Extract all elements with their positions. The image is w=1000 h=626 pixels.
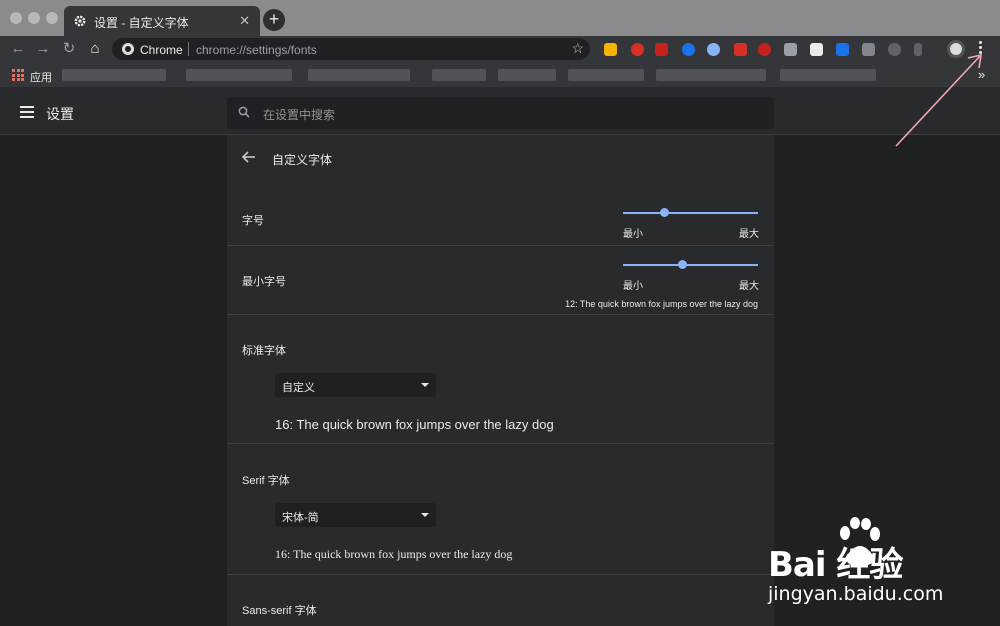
forward-button[interactable]: → xyxy=(34,40,52,58)
divider xyxy=(227,314,774,315)
standard-font-sample: 16: The quick brown fox jumps over the l… xyxy=(275,417,554,432)
tab-title: 设置 - 自定义字体 xyxy=(94,16,189,30)
omnibox-url: chrome://settings/fonts xyxy=(196,43,317,57)
settings-search-input[interactable]: 在设置中搜索 xyxy=(227,97,774,129)
apps-grid-icon[interactable] xyxy=(12,69,24,81)
bookmark-item[interactable] xyxy=(62,69,166,81)
home-button[interactable]: ⌂ xyxy=(86,40,104,58)
gear-icon xyxy=(74,15,86,27)
dropdown-caret-icon xyxy=(421,383,429,387)
subpage-title: 自定义字体 xyxy=(272,153,333,167)
serif-font-select[interactable]: 宋体-简 xyxy=(275,503,436,527)
bookmark-star-icon[interactable]: ☆ xyxy=(571,40,584,57)
dropdown-caret-icon xyxy=(421,513,429,517)
bookmark-item[interactable] xyxy=(656,69,766,81)
browser-toolbar: ← → ↻ ⌂ Chrome chrome://settings/fonts ☆ xyxy=(0,36,1000,62)
minimize-window-button[interactable] xyxy=(28,12,40,24)
bookmark-item[interactable] xyxy=(498,69,556,81)
close-tab-icon[interactable]: ✕ xyxy=(239,13,250,29)
extension-icon[interactable] xyxy=(707,43,720,56)
extension-icon[interactable] xyxy=(810,43,823,56)
settings-header: 设置 在设置中搜索 xyxy=(0,88,1000,135)
close-window-button[interactable] xyxy=(10,12,22,24)
extension-icon[interactable] xyxy=(914,43,922,56)
subpage-header: 自定义字体 xyxy=(227,135,774,181)
extension-icon[interactable] xyxy=(888,43,901,56)
font-size-label: 字号 xyxy=(242,215,264,227)
divider xyxy=(227,245,774,246)
extension-icon[interactable] xyxy=(631,43,644,56)
fonts-settings-card: 自定义字体 字号 最小 最大 最小字号 最小 最大 12: The quick … xyxy=(227,135,774,626)
bookmarks-bar: 应用 » xyxy=(0,62,1000,88)
extension-icon[interactable] xyxy=(862,43,875,56)
apps-bookmark-label[interactable]: 应用 xyxy=(30,69,52,85)
chrome-icon xyxy=(122,43,134,55)
select-value: 自定义 xyxy=(282,382,315,394)
omnibox-site-name: Chrome xyxy=(140,43,183,57)
bookmark-item[interactable] xyxy=(780,69,876,81)
browser-window: 设置 - 自定义字体 ✕ + ← → ↻ ⌂ Chrome chrome://s… xyxy=(0,0,1000,626)
profile-avatar[interactable] xyxy=(947,40,965,58)
slider-min-label: 最小 xyxy=(623,229,643,240)
slider-knob[interactable] xyxy=(678,260,688,269)
select-value: 宋体-简 xyxy=(282,512,319,524)
extension-icon[interactable] xyxy=(604,43,617,56)
search-icon xyxy=(238,106,250,118)
search-placeholder: 在设置中搜索 xyxy=(263,108,336,122)
more-bookmarks-icon[interactable]: » xyxy=(978,67,985,82)
maximize-window-button[interactable] xyxy=(46,12,58,24)
address-bar[interactable]: Chrome chrome://settings/fonts ☆ xyxy=(112,38,590,60)
serif-font-label: Serif 字体 xyxy=(242,475,290,487)
back-button[interactable]: ← xyxy=(9,40,27,58)
tab-strip: 设置 - 自定义字体 ✕ + xyxy=(0,0,1000,36)
slider-track xyxy=(623,264,758,266)
back-arrow-icon[interactable] xyxy=(241,150,257,164)
minimum-font-size-slider[interactable] xyxy=(623,259,758,271)
slider-knob[interactable] xyxy=(659,208,669,217)
divider xyxy=(227,443,774,444)
omnibox-divider xyxy=(188,42,189,56)
reload-button[interactable]: ↻ xyxy=(60,40,78,58)
bookmark-item[interactable] xyxy=(432,69,486,81)
bookmark-item[interactable] xyxy=(186,69,292,81)
standard-font-select[interactable]: 自定义 xyxy=(275,373,436,397)
extension-icon[interactable] xyxy=(836,43,849,56)
tab-settings[interactable]: 设置 - 自定义字体 ✕ xyxy=(64,6,260,36)
divider xyxy=(227,574,774,575)
bookmark-item[interactable] xyxy=(308,69,410,81)
baidu-watermark: Bai 经验 jingyan.baidu.com xyxy=(768,517,998,621)
chrome-menu-button[interactable] xyxy=(975,41,985,57)
new-tab-button[interactable]: + xyxy=(263,9,285,31)
extension-icon[interactable] xyxy=(655,43,668,56)
slider-max-label: 最大 xyxy=(739,281,759,292)
font-size-slider[interactable] xyxy=(623,207,758,219)
extension-icon[interactable] xyxy=(758,43,771,56)
serif-font-sample: 16: The quick brown fox jumps over the l… xyxy=(275,547,513,561)
sans-serif-font-label: Sans-serif 字体 xyxy=(242,605,317,617)
slider-track xyxy=(623,212,758,214)
minimum-font-size-label: 最小字号 xyxy=(242,276,286,288)
extension-icon[interactable] xyxy=(682,43,695,56)
minimum-font-sample: 12: The quick brown fox jumps over the l… xyxy=(565,299,758,309)
extension-icon[interactable] xyxy=(734,43,747,56)
slider-min-label: 最小 xyxy=(623,281,643,292)
slider-max-label: 最大 xyxy=(739,229,759,240)
menu-icon[interactable] xyxy=(20,106,34,118)
watermark-brand: Bai 经验 xyxy=(768,545,903,585)
watermark-url: jingyan.baidu.com xyxy=(768,583,944,605)
extension-icon[interactable] xyxy=(784,43,797,56)
bookmark-item[interactable] xyxy=(568,69,644,81)
page-title: 设置 xyxy=(46,106,74,122)
standard-font-label: 标准字体 xyxy=(242,345,286,357)
